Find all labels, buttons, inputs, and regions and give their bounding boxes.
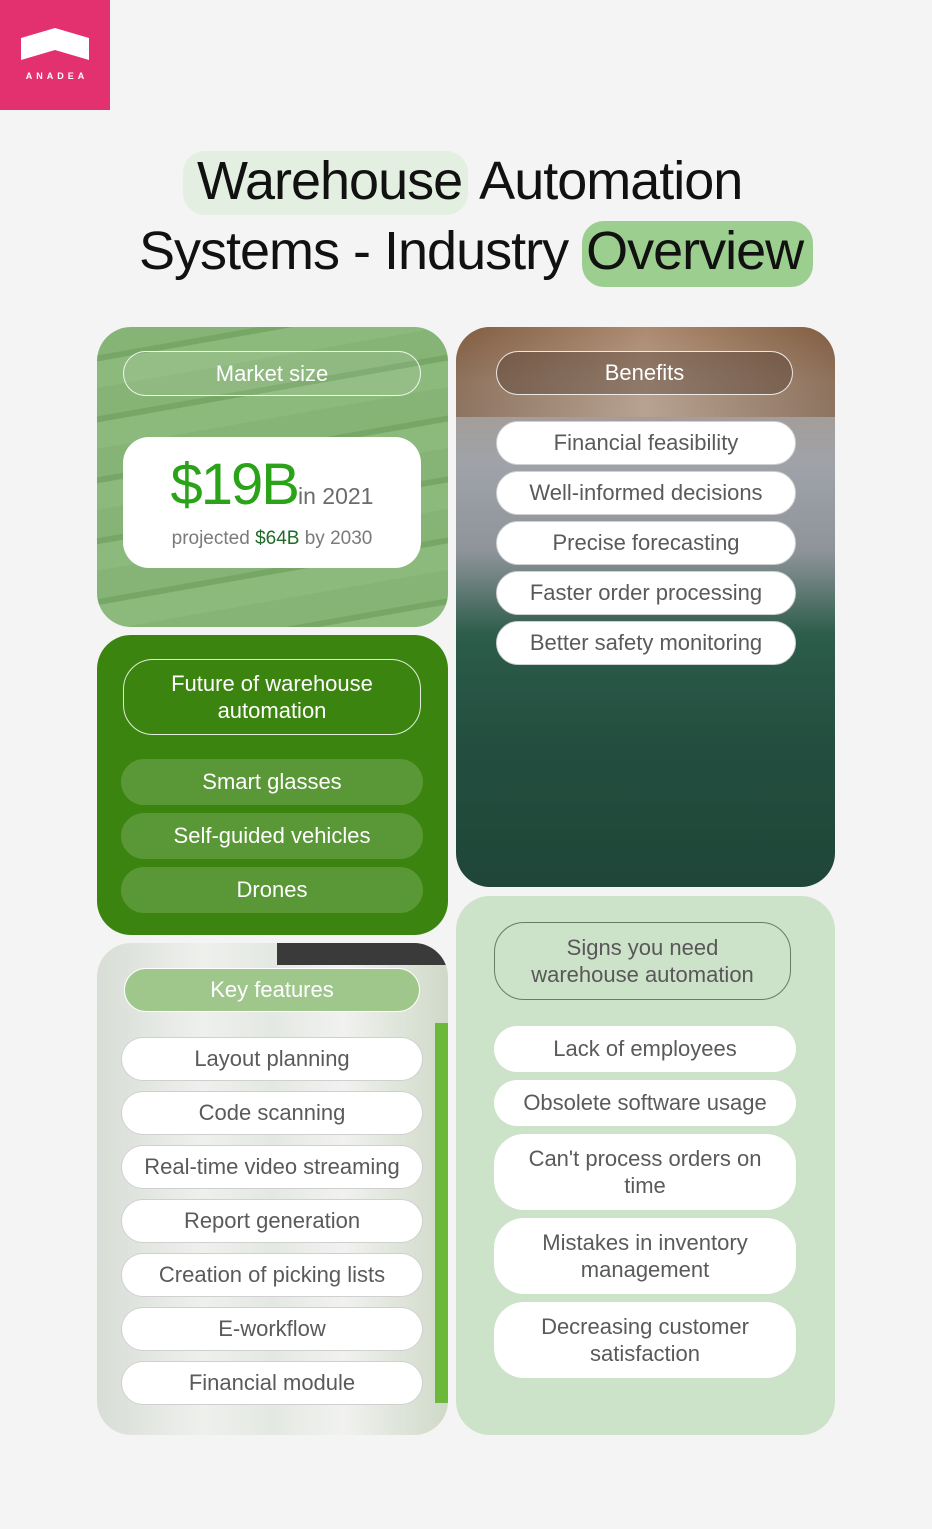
benefit-item: Financial feasibility [496, 421, 796, 465]
title-highlight-1: Warehouse [183, 151, 469, 215]
proj-value: $64B [255, 528, 300, 549]
sign-item: Obsolete software usage [494, 1080, 796, 1126]
benefit-item: Precise forecasting [496, 521, 796, 565]
market-size-card: Market size $19Bin 2021 projected $64B b… [97, 327, 448, 627]
feature-item: E-workflow [121, 1307, 423, 1351]
shelf-green [435, 1023, 448, 1403]
market-size-header: Market size [123, 351, 421, 396]
feature-item: Financial module [121, 1361, 423, 1405]
feature-item: Real-time video streaming [121, 1145, 423, 1189]
proj-prefix: projected [171, 528, 250, 549]
sign-item: Lack of employees [494, 1026, 796, 1072]
title-highlight-2: Overview [582, 221, 814, 287]
benefits-header: Benefits [496, 351, 793, 395]
benefit-item: Better safety monitoring [496, 621, 796, 665]
market-value-box: $19Bin 2021 projected $64B by 2030 [123, 437, 421, 568]
title-line1: Automation [479, 151, 743, 211]
feature-item: Layout planning [121, 1037, 423, 1081]
anadea-logo: ANADEA [0, 0, 110, 110]
future-card: Future of warehouse automation Smart gla… [97, 635, 448, 935]
house-roof-icon [21, 28, 89, 60]
signs-header: Signs you need warehouse automation [494, 922, 791, 1000]
benefits-card: Benefits Financial feasibility Well-infor… [456, 327, 835, 887]
future-item: Smart glasses [121, 759, 423, 805]
title-line2: Systems - Industry [139, 221, 569, 281]
signs-card: Signs you need warehouse automation Lack… [456, 896, 835, 1435]
ceiling [277, 943, 448, 965]
future-item: Self-guided vehicles [121, 813, 423, 859]
feature-item: Creation of picking lists [121, 1253, 423, 1297]
features-header: Key features [124, 968, 420, 1012]
benefit-item: Faster order processing [496, 571, 796, 615]
feature-item: Report generation [121, 1199, 423, 1243]
market-value: $19B [170, 452, 300, 517]
future-header: Future of warehouse automation [123, 659, 421, 735]
market-year: in 2021 [298, 483, 374, 509]
sign-item: Mistakes in inventory management [494, 1218, 796, 1294]
future-item: Drones [121, 867, 423, 913]
sign-item: Can't process orders on time [494, 1134, 796, 1210]
feature-item: Code scanning [121, 1091, 423, 1135]
proj-suffix: by 2030 [304, 528, 373, 549]
sign-item: Decreasing customer satisfaction [494, 1302, 796, 1378]
benefit-item: Well-informed decisions [496, 471, 796, 515]
features-card: Key features Layout planning Code scannin… [97, 943, 448, 1435]
brand-name: ANADEA [25, 71, 89, 81]
